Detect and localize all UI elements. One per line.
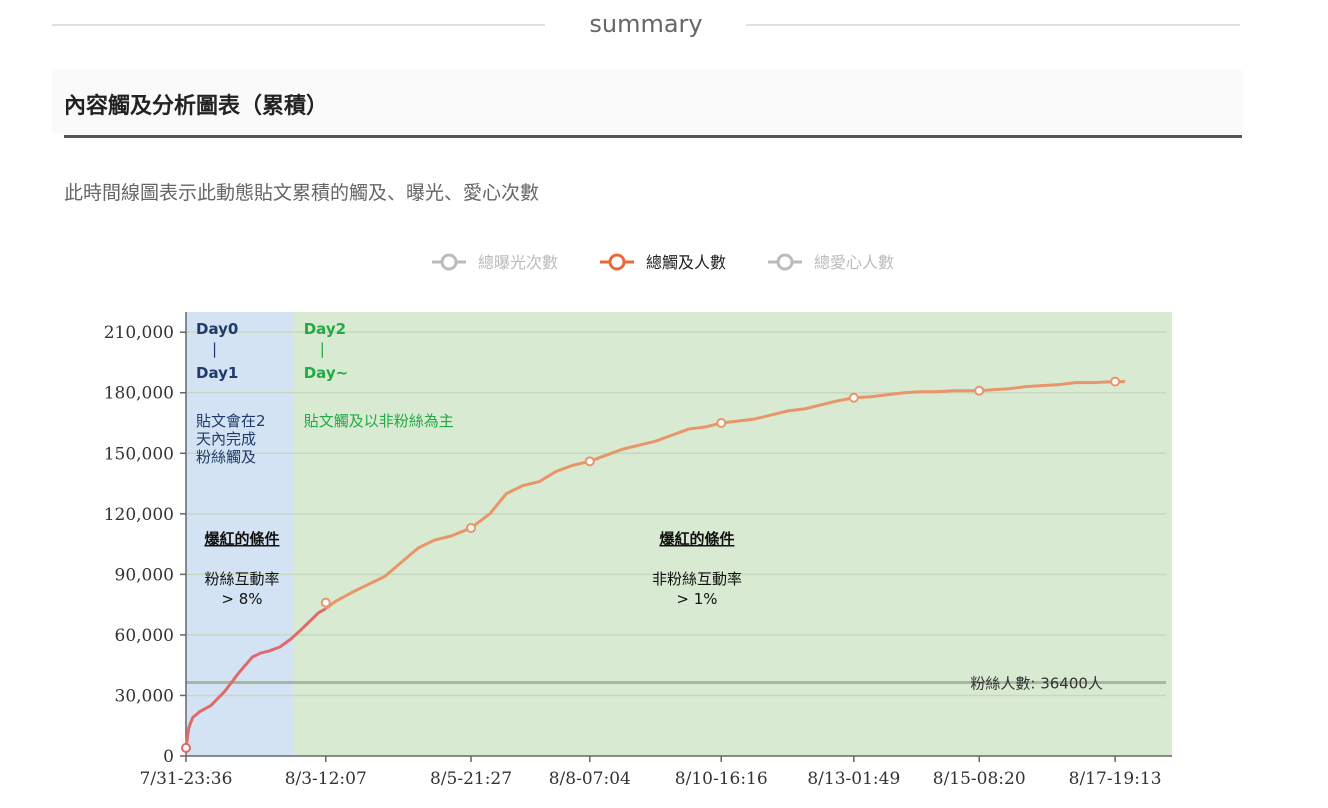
region-heading-bottom: Day1: [196, 364, 238, 382]
section-title: 內容觸及分析圖表（累積）: [64, 94, 329, 119]
reach-data-point: [320, 597, 331, 608]
region-heading-bottom: Day~: [304, 364, 348, 382]
chart-legend: 總曝光次數 總觸及人數 總愛心人數: [432, 253, 894, 272]
reach-data-point: [848, 392, 859, 403]
region-condition-title: 爆紅的條件: [204, 530, 279, 548]
reach-data-point: [1110, 376, 1121, 387]
reach-data-point: [181, 742, 191, 753]
y-tick-label: 150,000: [104, 444, 174, 464]
region-condition-line: > 1%: [676, 590, 717, 608]
title-underline: [64, 135, 1242, 138]
x-tick-label: 8/10-16:16: [675, 769, 768, 789]
region-heading-top: Day0: [196, 320, 238, 338]
x-tick-label: 8/3-12:07: [285, 769, 367, 789]
x-tick-label: 8/13-01:49: [807, 769, 900, 789]
y-tick-label: 60,000: [115, 626, 174, 646]
y-tick-label: 30,000: [115, 686, 174, 706]
y-tick-label: 120,000: [104, 505, 174, 525]
reach-data-point: [716, 418, 727, 428]
legend-swatch-marker: [440, 253, 458, 271]
region-heading-separator: |: [212, 340, 217, 358]
follower-count-label: 粉絲人數: 36400人: [970, 675, 1103, 693]
x-tick-label: 8/8-07:04: [549, 769, 631, 789]
reach-line-chart: 總曝光次數 總觸及人數 總愛心人數 粉絲人數: 36400人 Day0 | Day1 貼文會…: [104, 253, 1172, 789]
legend-label: 總愛心人數: [814, 253, 894, 272]
plot-area: 粉絲人數: 36400人 Day0 | Day1 貼文會在2天內完成粉絲觸及爆紅的條件粉…: [104, 312, 1172, 789]
region-description-line: 貼文會在2: [196, 412, 266, 430]
legend-label: 總曝光次數: [478, 253, 558, 272]
region-description-line: 貼文觸及以非粉絲為主: [304, 412, 454, 430]
region-condition-line: 非粉絲互動率: [652, 570, 742, 588]
region-heading-top: Day2: [304, 320, 346, 338]
y-tick-label: 210,000: [104, 323, 174, 343]
reach-data-point: [584, 456, 595, 467]
region-condition-line: > 8%: [221, 590, 262, 608]
chart-description: 此時間線圖表示此動態貼文累積的觸及、曝光、愛心次數: [64, 182, 540, 204]
y-tick-label: 90,000: [115, 565, 174, 585]
divider-line-right: [746, 24, 1240, 26]
x-tick-label: 8/17-19:13: [1069, 769, 1162, 789]
summary-divider: summary: [52, 6, 1240, 44]
legend-label: 總觸及人數: [646, 253, 726, 272]
x-tick-label: 8/5-21:27: [430, 769, 512, 789]
region-condition-line: 粉絲互動率: [204, 570, 279, 588]
legend-swatch-marker: [776, 253, 794, 271]
region-description-line: 粉絲觸及: [196, 448, 256, 466]
y-tick-label: 180,000: [104, 384, 174, 404]
region-condition-title: 爆紅的條件: [659, 530, 734, 548]
y-tick-label: 0: [163, 747, 174, 767]
region-description-line: 天內完成: [196, 430, 256, 448]
reach-data-point: [974, 385, 985, 396]
x-tick-label: 8/15-08:20: [933, 769, 1026, 789]
x-tick-label: 7/31-23:36: [140, 769, 233, 789]
legend-swatch-marker: [608, 253, 626, 271]
reach-data-point: [466, 522, 477, 533]
region-heading-separator: |: [320, 340, 325, 358]
